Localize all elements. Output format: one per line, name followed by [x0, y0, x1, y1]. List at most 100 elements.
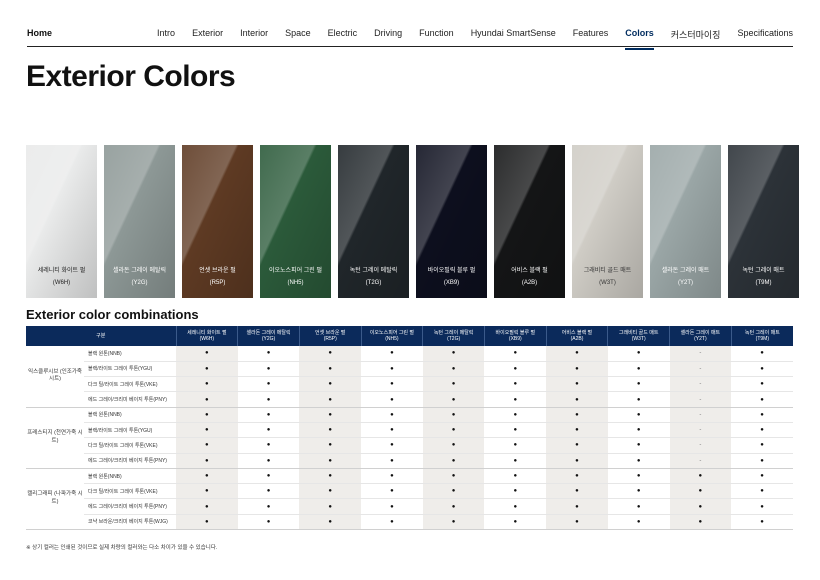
combinations-title: Exterior color combinations: [26, 307, 199, 322]
color-swatch-9[interactable]: 녹턴 그레이 매트 (T9M): [728, 145, 799, 298]
nav-link-4[interactable]: Electric: [328, 28, 358, 41]
availability-cell: ●: [299, 376, 362, 393]
availability-cell: ●: [484, 391, 547, 408]
interior-label: 블랙 원톤(NNB): [84, 346, 177, 362]
availability-cell: ●: [237, 468, 300, 485]
table-row: 에드 그레이/크리미 베이지 투톤(PNY) ● ● ● ● ● ● ● ● - ●: [26, 453, 793, 469]
interior-label: 코냑 브라운/크리미 베이지 투톤(WJG): [84, 514, 177, 531]
availability-cell: ●: [731, 498, 793, 515]
swatch-name: 세레니티 화이트 펄: [37, 268, 86, 274]
availability-cell: ●: [176, 422, 238, 439]
nav-link-2[interactable]: Interior: [240, 28, 268, 41]
table-header-color: 녹턴 그레이 메탈릭 (T2G): [422, 326, 485, 346]
home-link[interactable]: Home: [27, 28, 52, 38]
nav-link-10[interactable]: 커스터마이징: [671, 28, 721, 41]
availability-cell: ●: [299, 514, 362, 531]
interior-label: 에드 그레이/크리미 베이지 투톤(PNY): [84, 391, 177, 408]
availability-cell: ●: [176, 468, 238, 485]
interior-label: 블랙 원톤(NNB): [84, 407, 177, 423]
availability-cell: ●: [731, 376, 793, 393]
availability-cell: ●: [484, 361, 547, 378]
availability-cell: ●: [731, 407, 793, 423]
availability-cell: ●: [731, 453, 793, 469]
availability-cell: ●: [607, 376, 670, 393]
availability-cell: ●: [237, 422, 300, 439]
color-swatch-3[interactable]: 이오노스피어 그린 펄 (NH5): [260, 145, 331, 298]
nav-link-5[interactable]: Driving: [374, 28, 402, 41]
availability-cell: ●: [731, 346, 793, 362]
availability-cell: ●: [669, 514, 732, 531]
availability-cell: ●: [546, 346, 608, 362]
availability-cell: ●: [731, 514, 793, 531]
swatch-code: (T2G): [365, 280, 382, 286]
color-swatch-5[interactable]: 바이오필릭 블루 펄 (XB9): [416, 145, 487, 298]
availability-cell: ●: [422, 498, 485, 515]
table-header-color: 셀라돈 그레이 매트 (Y2T): [669, 326, 732, 346]
availability-cell: ●: [546, 376, 608, 393]
availability-cell: ●: [546, 437, 608, 454]
swatch-code: (T9M): [755, 280, 772, 286]
availability-cell: ●: [176, 514, 238, 531]
color-swatch-2[interactable]: 언셋 브라운 펄 (R5P): [182, 145, 253, 298]
availability-cell: ●: [422, 483, 485, 500]
nav-link-6[interactable]: Function: [419, 28, 454, 41]
availability-cell: -: [669, 422, 732, 439]
page-title: Exterior Colors: [26, 60, 236, 93]
availability-cell: ●: [484, 514, 547, 531]
availability-cell: ●: [422, 391, 485, 408]
swatch-code: (R5P): [209, 280, 226, 286]
availability-cell: ●: [731, 422, 793, 439]
availability-cell: -: [669, 361, 732, 378]
nav-link-1[interactable]: Exterior: [192, 28, 223, 41]
footnote: ※ 상기 컬러는 인쇄된 것이므로 실제 차량의 컬러와는 다소 차이가 있을 …: [26, 545, 218, 551]
table-row: 다크 틸/라이트 그레이 투톤(VKE) ● ● ● ● ● ● ● ● ● ●: [26, 483, 793, 500]
swatch-name: 이오노스피어 그린 펄: [268, 268, 322, 274]
availability-cell: ●: [176, 407, 238, 423]
availability-cell: ●: [299, 422, 362, 439]
availability-cell: ●: [176, 453, 238, 469]
swatch-name: 어비스 블랙 펄: [511, 268, 548, 274]
color-swatch-row: 세레니티 화이트 펄 (W6H) 셀라돈 그레이 메탈릭 (Y2G) 언셋 브라운 펄 (…: [26, 145, 799, 298]
availability-cell: ●: [422, 514, 485, 531]
nav-link-0[interactable]: Intro: [157, 28, 175, 41]
color-swatch-4[interactable]: 녹턴 그레이 메탈릭 (T2G): [338, 145, 409, 298]
color-swatch-1[interactable]: 셀라돈 그레이 메탈릭 (Y2G): [104, 145, 175, 298]
availability-cell: ●: [422, 437, 485, 454]
table-row: 다크 틸/라이트 그레이 투톤(VKE) ● ● ● ● ● ● ● ● - ●: [26, 437, 793, 454]
color-swatch-8[interactable]: 셀라돈 그레이 매트 (Y2T): [650, 145, 721, 298]
trim-group-label: 익스클루시브 (인조가죽 시트): [26, 346, 84, 408]
interior-label: 에드 그레이/크리미 베이지 투톤(PNY): [84, 498, 177, 515]
nav-link-11[interactable]: Specifications: [737, 28, 793, 41]
availability-cell: ●: [176, 361, 238, 378]
availability-cell: ●: [607, 483, 670, 500]
availability-cell: ●: [607, 407, 670, 423]
availability-cell: ●: [607, 468, 670, 485]
nav-link-3[interactable]: Space: [285, 28, 311, 41]
table-header-color: 그래비티 골드 매트 (W3T): [607, 326, 671, 346]
availability-cell: ●: [299, 391, 362, 408]
nav-link-8[interactable]: Features: [573, 28, 609, 41]
availability-cell: ●: [299, 437, 362, 454]
availability-cell: ●: [484, 483, 547, 500]
nav-link-9[interactable]: Colors: [625, 28, 654, 50]
availability-cell: -: [669, 453, 732, 469]
availability-cell: ●: [731, 361, 793, 378]
availability-cell: ●: [607, 361, 670, 378]
table-header-color: 녹턴 그레이 매트 (T9M): [731, 326, 793, 346]
availability-cell: ●: [546, 514, 608, 531]
availability-cell: ●: [299, 453, 362, 469]
availability-cell: ●: [607, 391, 670, 408]
swatch-name: 셀라돈 그레이 메탈릭: [112, 268, 166, 274]
availability-cell: ●: [731, 391, 793, 408]
interior-label: 블랙/라이트 그레이 투톤(YGU): [84, 361, 177, 378]
color-swatch-6[interactable]: 어비스 블랙 펄 (A2B): [494, 145, 565, 298]
availability-cell: ●: [546, 453, 608, 469]
nav-link-7[interactable]: Hyundai SmartSense: [471, 28, 556, 41]
color-swatch-7[interactable]: 그래비티 골드 매트 (W3T): [572, 145, 643, 298]
availability-cell: ●: [176, 376, 238, 393]
interior-label: 블랙/라이트 그레이 투톤(YGU): [84, 422, 177, 439]
color-swatch-0[interactable]: 세레니티 화이트 펄 (W6H): [26, 145, 97, 298]
availability-cell: ●: [237, 391, 300, 408]
availability-cell: ●: [546, 468, 608, 485]
availability-cell: ●: [237, 453, 300, 469]
